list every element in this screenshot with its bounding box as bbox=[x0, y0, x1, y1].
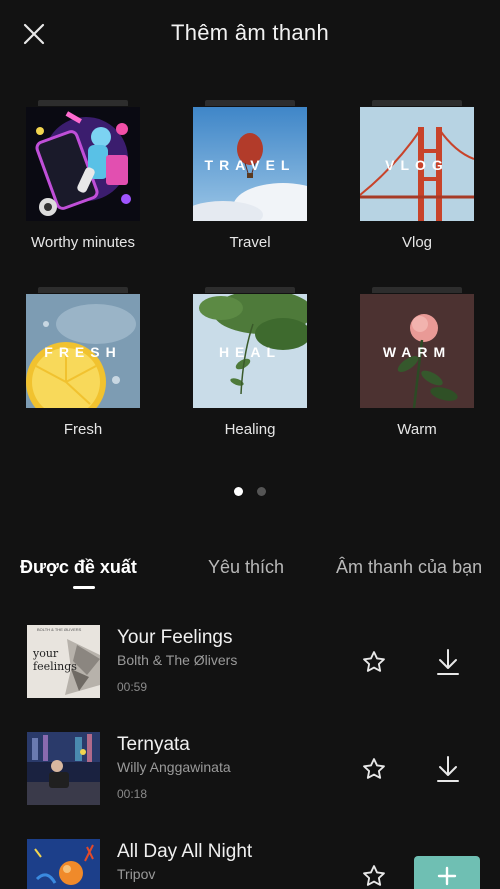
tab-active-indicator bbox=[73, 586, 95, 589]
track-title: All Day All Night bbox=[117, 841, 253, 862]
pagination-dot[interactable] bbox=[257, 487, 267, 496]
download-icon bbox=[437, 649, 459, 675]
tab-bar: Được đề xuất Yêu thích Âm thanh của bạn bbox=[0, 555, 500, 595]
category-tab-decoration bbox=[38, 100, 128, 106]
favorite-button[interactable] bbox=[361, 649, 387, 675]
category-warm[interactable]: WARM Warm bbox=[347, 287, 487, 447]
category-cover-warm: WARM bbox=[360, 294, 474, 408]
cover-text: your feelings bbox=[33, 647, 77, 673]
star-icon bbox=[363, 758, 385, 779]
category-tab-decoration bbox=[38, 287, 128, 293]
category-worthy-minutes[interactable]: Worthy minutes bbox=[13, 100, 153, 260]
category-label: Fresh bbox=[63, 421, 103, 438]
category-label: Worthy minutes bbox=[31, 234, 135, 251]
favorite-button[interactable] bbox=[361, 756, 387, 782]
track-artist: Bolth & The Ølivers bbox=[117, 652, 238, 668]
category-tab-decoration bbox=[205, 287, 295, 293]
favorite-button[interactable] bbox=[361, 863, 387, 889]
category-overlay-text: VLOG bbox=[385, 157, 449, 173]
tab-recommended[interactable]: Được đề xuất bbox=[20, 557, 137, 578]
track-cover bbox=[27, 732, 100, 805]
page-title: Thêm âm thanh bbox=[171, 20, 329, 45]
pagination-dots bbox=[0, 483, 500, 501]
tab-favorites[interactable]: Yêu thích bbox=[208, 557, 284, 578]
star-icon bbox=[363, 651, 385, 672]
star-icon bbox=[363, 865, 385, 886]
track-artist: Willy Anggawinata bbox=[117, 759, 231, 775]
category-travel[interactable]: TRAVEL Travel bbox=[180, 100, 320, 260]
track-duration: 00:59 bbox=[117, 680, 148, 694]
track-title: Ternyata bbox=[117, 734, 190, 755]
category-cover-worthy-minutes bbox=[26, 107, 140, 221]
category-label: Vlog bbox=[401, 234, 433, 251]
category-cover-vlog: VLOG bbox=[360, 107, 474, 221]
track-artist: Tripov bbox=[117, 866, 156, 882]
track-row[interactable]: Ternyata Willy Anggawinata 00:18 bbox=[0, 732, 500, 812]
header: Thêm âm thanh bbox=[0, 0, 500, 70]
category-fresh[interactable]: FRESH Fresh bbox=[13, 287, 153, 447]
category-tab-decoration bbox=[205, 100, 295, 106]
category-label: Warm bbox=[397, 421, 437, 438]
track-cover bbox=[27, 839, 100, 889]
pagination-dot-active[interactable] bbox=[233, 487, 243, 496]
category-cover-travel: TRAVEL bbox=[193, 107, 307, 221]
category-vlog[interactable]: VLOG Vlog bbox=[347, 100, 487, 260]
category-label: Healing bbox=[224, 421, 276, 438]
track-title: Your Feelings bbox=[117, 627, 233, 648]
add-track-button[interactable] bbox=[414, 856, 480, 889]
cover-caption: BOLTH & THE ØLIVERS bbox=[37, 627, 82, 632]
download-button[interactable] bbox=[434, 647, 462, 677]
track-row[interactable]: BOLTH & THE ØLIVERS your feelings Your F… bbox=[0, 625, 500, 705]
category-healing[interactable]: HEAL Healing bbox=[180, 287, 320, 447]
plus-icon bbox=[437, 866, 457, 886]
category-overlay-text: FRESH bbox=[44, 344, 122, 360]
track-duration: 00:18 bbox=[117, 787, 148, 801]
category-cover-fresh: FRESH bbox=[26, 294, 140, 408]
tab-your-sounds[interactable]: Âm thanh của bạn bbox=[336, 557, 482, 578]
category-cover-healing: HEAL bbox=[193, 294, 307, 408]
category-tab-decoration bbox=[372, 287, 462, 293]
category-overlay-text: TRAVEL bbox=[204, 157, 296, 173]
category-tab-decoration bbox=[372, 100, 462, 106]
track-row[interactable]: All Day All Night Tripov bbox=[0, 839, 500, 889]
download-icon bbox=[437, 756, 459, 782]
download-button[interactable] bbox=[434, 754, 462, 784]
category-overlay-text: WARM bbox=[382, 344, 452, 360]
category-overlay-text: HEAL bbox=[218, 344, 282, 360]
track-cover: BOLTH & THE ØLIVERS your feelings bbox=[27, 625, 100, 698]
category-label: Travel bbox=[229, 234, 271, 251]
